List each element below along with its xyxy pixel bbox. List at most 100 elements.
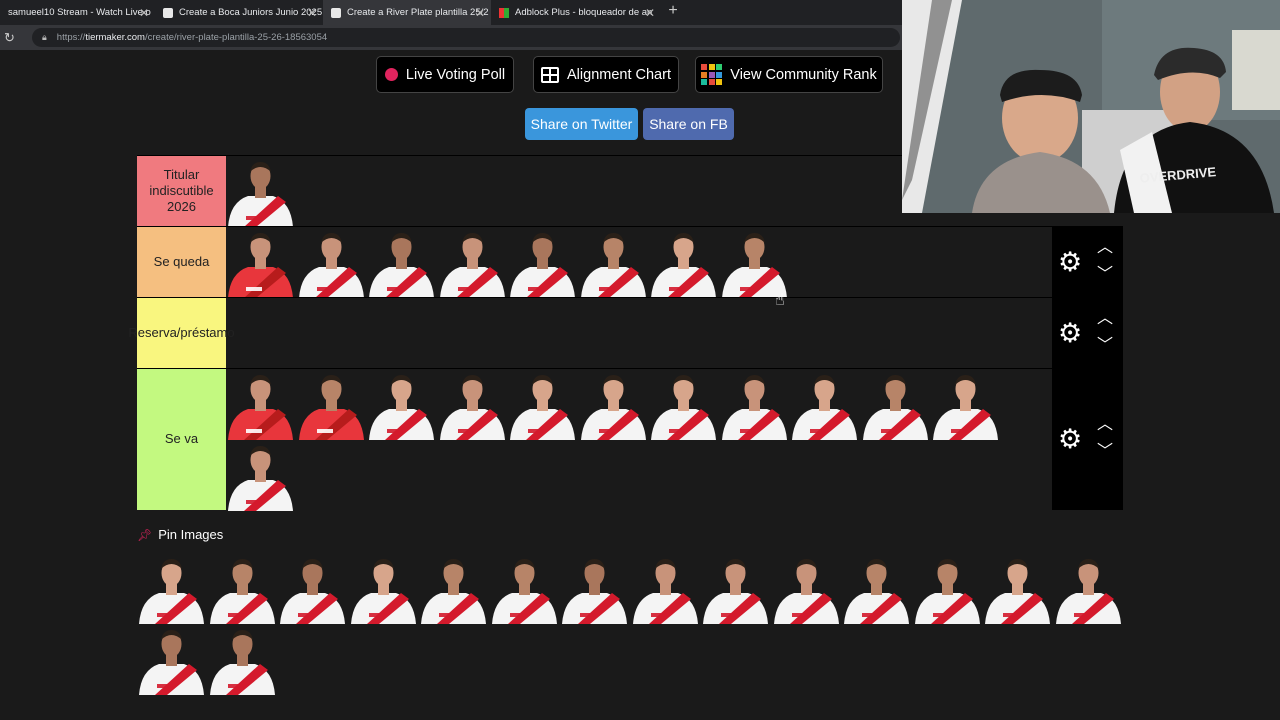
lock-icon: 🔒︎ bbox=[42, 32, 47, 43]
tab-title: Adblock Plus - bloqueador de an bbox=[515, 7, 652, 18]
view-community-rank-button[interactable]: View Community Rank bbox=[695, 56, 883, 93]
tier-controls: ⚙ ︿ ﹀ bbox=[1052, 227, 1123, 297]
player-card[interactable] bbox=[226, 156, 295, 227]
live-dot-icon bbox=[385, 68, 398, 81]
player-card[interactable] bbox=[137, 553, 206, 624]
image-pool bbox=[137, 553, 1127, 697]
gear-icon[interactable]: ⚙ bbox=[1058, 249, 1082, 276]
tier-content[interactable] bbox=[226, 298, 1052, 368]
chevron-down-icon[interactable]: ﹀ bbox=[1097, 338, 1113, 354]
pin-images-title: Pin Images bbox=[158, 527, 223, 542]
close-icon[interactable]: ✕ bbox=[645, 6, 655, 20]
community-rank-icon bbox=[701, 64, 722, 85]
player-card[interactable] bbox=[931, 369, 1000, 440]
alignment-label: Alignment Chart bbox=[567, 67, 671, 83]
share-twitter-label: Share on Twitter bbox=[531, 116, 633, 132]
webcam-image: OVERDRIVE bbox=[902, 0, 1280, 213]
player-card[interactable] bbox=[842, 553, 911, 624]
chevron-down-icon[interactable]: ﹀ bbox=[1097, 444, 1113, 460]
player-card[interactable] bbox=[913, 553, 982, 624]
live-voting-label: Live Voting Poll bbox=[406, 67, 505, 83]
player-card[interactable] bbox=[226, 227, 295, 298]
player-card[interactable] bbox=[438, 369, 507, 440]
tier-label: Se va bbox=[137, 369, 226, 510]
player-card[interactable] bbox=[419, 553, 488, 624]
close-icon[interactable]: ✕ bbox=[307, 6, 317, 20]
player-card[interactable] bbox=[720, 227, 789, 298]
adblock-favicon-icon bbox=[499, 8, 509, 18]
alignment-grid-icon bbox=[541, 67, 559, 83]
tier-row-3: Reserva/préstamo ⚙ ︿ ﹀ bbox=[137, 297, 1123, 368]
url-path: /create/river-plate-plantilla-25-26-1856… bbox=[145, 32, 327, 43]
player-card[interactable] bbox=[278, 553, 347, 624]
share-fb-label: Share on FB bbox=[649, 116, 728, 132]
tier-controls: ⚙ ︿ ﹀ bbox=[1052, 369, 1123, 510]
player-card[interactable] bbox=[579, 369, 648, 440]
tab-title: samueel10 Stream - Watch Live o bbox=[8, 7, 151, 18]
player-card[interactable] bbox=[579, 227, 648, 298]
player-card[interactable] bbox=[649, 227, 718, 298]
gear-icon[interactable]: ⚙ bbox=[1058, 320, 1082, 347]
share-twitter-button[interactable]: Share on Twitter bbox=[525, 108, 638, 140]
player-card[interactable] bbox=[861, 369, 930, 440]
player-card[interactable] bbox=[790, 369, 859, 440]
player-card[interactable] bbox=[226, 440, 295, 511]
tier-row-4: Se va ⚙ ︿ ﹀ bbox=[137, 368, 1123, 510]
tier-label: Reserva/préstamo bbox=[137, 298, 226, 368]
mouse-cursor-icon: ☝︎ bbox=[775, 290, 785, 310]
tier-label: Se queda bbox=[137, 227, 226, 297]
close-icon[interactable]: ✕ bbox=[475, 6, 485, 20]
chevron-up-icon[interactable]: ︿ bbox=[1097, 311, 1113, 327]
close-icon[interactable]: ✕ bbox=[139, 6, 149, 20]
tier-row-2: Se queda ⚙ ︿ ﹀ bbox=[137, 226, 1123, 297]
browser-tab[interactable]: samueel10 Stream - Watch Live o ✕ bbox=[0, 0, 155, 25]
player-card[interactable] bbox=[226, 369, 295, 440]
url-prefix: https:// bbox=[57, 32, 86, 43]
player-card[interactable] bbox=[508, 227, 577, 298]
browser-tab[interactable]: Create a Boca Juniors Junio 2025 ✕ bbox=[155, 0, 323, 25]
player-card[interactable] bbox=[208, 624, 277, 695]
pin-icon: 📌︎ bbox=[137, 528, 152, 542]
player-card[interactable] bbox=[438, 227, 507, 298]
tier-controls: ⚙ ︿ ﹀ bbox=[1052, 298, 1123, 368]
player-card[interactable] bbox=[560, 553, 629, 624]
community-rank-label: View Community Rank bbox=[730, 67, 876, 83]
chevron-up-icon[interactable]: ︿ bbox=[1097, 417, 1113, 433]
browser-tab-active[interactable]: Create a River Plate plantilla 25/2 ✕ bbox=[323, 0, 491, 25]
tab-title: Create a River Plate plantilla 25/2 bbox=[347, 7, 489, 18]
player-card[interactable] bbox=[297, 227, 366, 298]
alignment-chart-button[interactable]: Alignment Chart bbox=[533, 56, 679, 93]
player-card[interactable] bbox=[208, 553, 277, 624]
player-card[interactable] bbox=[508, 369, 577, 440]
player-card[interactable] bbox=[367, 369, 436, 440]
browser-tab[interactable]: Adblock Plus - bloqueador de an ✕ bbox=[491, 0, 661, 25]
tier-content[interactable] bbox=[226, 369, 1052, 510]
player-card[interactable] bbox=[631, 553, 700, 624]
player-card[interactable] bbox=[297, 369, 366, 440]
reload-icon[interactable]: ↻ bbox=[4, 30, 15, 46]
url-host: tiermaker.com bbox=[85, 32, 145, 43]
tab-title: Create a Boca Juniors Junio 2025 bbox=[179, 7, 322, 18]
tiermaker-favicon-icon bbox=[163, 8, 173, 18]
share-fb-button[interactable]: Share on FB bbox=[643, 108, 734, 140]
live-voting-poll-button[interactable]: Live Voting Poll bbox=[376, 56, 514, 93]
new-tab-icon[interactable]: + bbox=[665, 2, 681, 20]
player-card[interactable] bbox=[720, 369, 789, 440]
player-card[interactable] bbox=[701, 553, 770, 624]
player-card[interactable] bbox=[649, 369, 718, 440]
player-card[interactable] bbox=[772, 553, 841, 624]
player-card[interactable] bbox=[490, 553, 559, 624]
tier-content[interactable] bbox=[226, 227, 1052, 297]
pin-images-header: 📌︎ Pin Images bbox=[137, 527, 223, 542]
chevron-down-icon[interactable]: ﹀ bbox=[1097, 267, 1113, 283]
gear-icon[interactable]: ⚙ bbox=[1058, 426, 1082, 453]
tiermaker-favicon-icon bbox=[331, 8, 341, 18]
url-field[interactable]: 🔒︎ https://tiermaker.com/create/river-pl… bbox=[32, 28, 900, 47]
player-card[interactable] bbox=[983, 553, 1052, 624]
player-card[interactable] bbox=[137, 624, 206, 695]
player-card[interactable] bbox=[367, 227, 436, 298]
player-card[interactable] bbox=[1054, 553, 1123, 624]
player-card[interactable] bbox=[349, 553, 418, 624]
chevron-up-icon[interactable]: ︿ bbox=[1097, 240, 1113, 256]
webcam-overlay: OVERDRIVE bbox=[902, 0, 1280, 213]
